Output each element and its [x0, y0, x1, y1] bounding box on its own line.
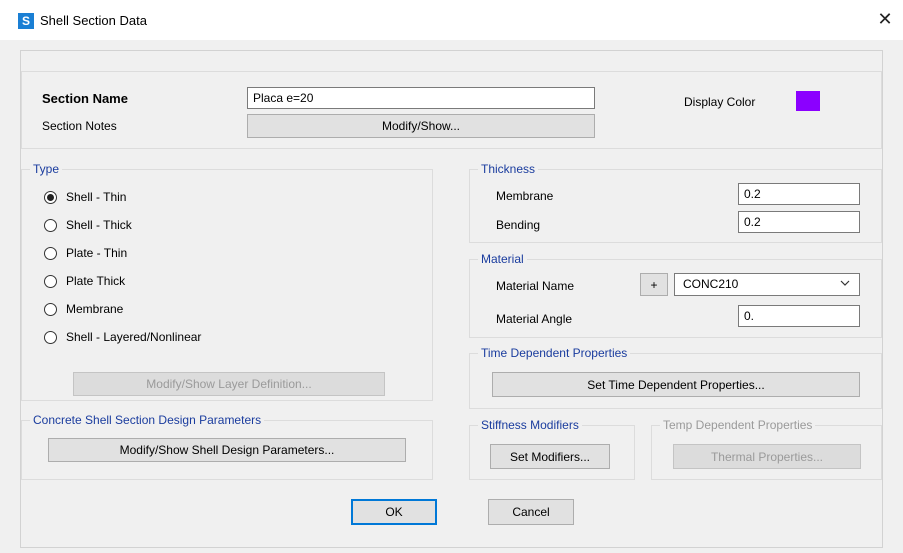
type-title: Type [30, 162, 63, 176]
bending-thickness-input[interactable]: 0.2 [738, 211, 860, 233]
content-frame: Section Name Placa e=20 Section Notes Mo… [20, 50, 883, 548]
radio-label: Shell - Layered/Nonlinear [66, 330, 202, 344]
add-material-button[interactable]: + [640, 273, 668, 296]
display-color-label: Display Color [684, 95, 756, 109]
dialog-body: Section Name Placa e=20 Section Notes Mo… [0, 40, 903, 553]
stiffness-modifiers-panel: Stiffness Modifiers Set Modifiers... [469, 418, 635, 480]
section-notes-label: Section Notes [42, 119, 117, 133]
radio-plate-thin[interactable]: Plate - Thin [44, 244, 127, 262]
radio-button[interactable] [44, 246, 57, 260]
ok-button[interactable]: OK [351, 499, 437, 525]
set-time-dependent-button[interactable]: Set Time Dependent Properties... [492, 372, 860, 397]
section-name-label: Section Name [42, 91, 128, 106]
radio-shell-thin[interactable]: Shell - Thin [44, 188, 126, 206]
thermal-properties-button: Thermal Properties... [673, 444, 861, 469]
radio-label: Shell - Thin [66, 190, 127, 204]
temp-dependent-title: Temp Dependent Properties [660, 418, 816, 432]
radio-plate-thick[interactable]: Plate Thick [44, 272, 125, 290]
concrete-design-panel: Concrete Shell Section Design Parameters… [21, 413, 433, 480]
material-name-value: CONC210 [683, 277, 739, 291]
concrete-design-title: Concrete Shell Section Design Parameters [30, 413, 265, 427]
radio-button[interactable] [44, 218, 57, 232]
membrane-thickness-input[interactable]: 0.2 [738, 183, 860, 205]
section-name-input[interactable]: Placa e=20 [247, 87, 595, 109]
display-color-swatch[interactable] [796, 91, 820, 111]
title-bar: S Shell Section Data ✕ [0, 0, 903, 40]
set-modifiers-button[interactable]: Set Modifiers... [490, 444, 610, 469]
radio-label: Plate - Thin [66, 246, 128, 260]
radio-button[interactable] [44, 274, 57, 288]
thickness-title: Thickness [478, 162, 539, 176]
radio-label: Shell - Thick [66, 218, 132, 232]
stiffness-modifiers-title: Stiffness Modifiers [478, 418, 582, 432]
close-icon[interactable]: ✕ [873, 8, 897, 32]
bending-label: Bending [496, 218, 541, 232]
modify-layer-definition-button: Modify/Show Layer Definition... [73, 372, 385, 396]
radio-membrane[interactable]: Membrane [44, 300, 123, 318]
window-title: Shell Section Data [40, 13, 147, 28]
material-angle-label: Material Angle [496, 312, 573, 326]
temp-dependent-panel: Temp Dependent Properties Thermal Proper… [651, 418, 882, 480]
radio-button[interactable] [44, 190, 57, 204]
radio-label: Membrane [66, 302, 124, 316]
radio-label: Plate Thick [66, 274, 126, 288]
material-name-select[interactable]: CONC210 [674, 273, 860, 296]
material-name-label: Material Name [496, 279, 575, 293]
cancel-button[interactable]: Cancel [488, 499, 574, 525]
radio-button[interactable] [44, 302, 57, 316]
type-panel: Type Shell - Thin Shell - Thick Plate - … [21, 162, 433, 401]
material-title: Material [478, 252, 527, 266]
material-panel: Material Material Name + CONC210 Materia… [469, 252, 882, 338]
chevron-down-icon [839, 277, 851, 292]
radio-shell-thick[interactable]: Shell - Thick [44, 216, 132, 234]
time-dependent-title: Time Dependent Properties [478, 346, 631, 360]
radio-shell-layered[interactable]: Shell - Layered/Nonlinear [44, 328, 201, 346]
modify-shell-design-parameters-button[interactable]: Modify/Show Shell Design Parameters... [48, 438, 406, 462]
time-dependent-panel: Time Dependent Properties Set Time Depen… [469, 346, 882, 409]
membrane-label: Membrane [496, 189, 554, 203]
material-angle-input[interactable]: 0. [738, 305, 860, 327]
thickness-panel: Thickness Membrane 0.2 Bending 0.2 [469, 162, 882, 243]
modify-show-notes-button[interactable]: Modify/Show... [247, 114, 595, 138]
section-header-panel: Section Name Placa e=20 Section Notes Mo… [21, 71, 882, 149]
app-logo-icon: S [18, 13, 34, 29]
radio-button[interactable] [44, 330, 57, 344]
